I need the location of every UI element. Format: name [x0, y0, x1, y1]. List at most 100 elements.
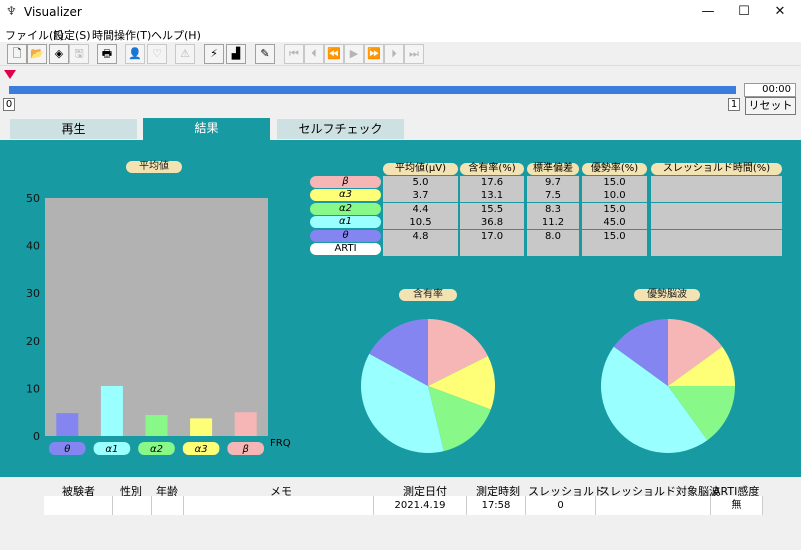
y-tick-label: 10	[26, 382, 40, 395]
info-cell	[596, 496, 711, 515]
table-cell	[651, 216, 782, 230]
layers-icon[interactable]: ◈	[49, 44, 69, 64]
pie-chart-content	[361, 319, 495, 453]
info-cell	[184, 496, 374, 515]
table-cell: 45.0	[582, 216, 647, 230]
info-cell: 0	[526, 496, 596, 515]
category-label: α2	[150, 444, 163, 455]
step-forward-icon[interactable]: ⏵	[384, 44, 404, 64]
table-cell	[651, 189, 782, 203]
bar-0	[56, 413, 79, 436]
tab-playback[interactable]: 再生	[10, 119, 137, 139]
table-header: スレッショルド時間(%)	[651, 163, 782, 175]
y-tick-label: 20	[26, 335, 40, 348]
info-cell: 2021.4.19	[374, 496, 467, 515]
heart-icon[interactable]: ♡	[147, 44, 167, 64]
bar-2	[145, 415, 168, 436]
skip-last-icon[interactable]: ⏭	[404, 44, 424, 64]
table-cell: 11.2	[527, 216, 579, 230]
menu-bar: ファイル(F) 設定(S) 時間操作(T) ヘルプ(H)	[0, 24, 801, 42]
app-icon: ♆	[6, 4, 17, 18]
save-icon[interactable]: 🖫	[69, 44, 89, 64]
table-cell: 10.0	[582, 189, 647, 203]
alert-icon[interactable]: ⚠	[175, 44, 195, 64]
new-file-icon[interactable]: 🗋	[7, 44, 27, 64]
info-cell: 17:58	[467, 496, 526, 515]
table-row-label: α2	[310, 202, 381, 215]
pie-dominant-title: 優勢脳波	[634, 289, 700, 301]
reset-button[interactable]: リセット	[745, 97, 796, 115]
bar-1	[100, 386, 123, 436]
table-cell	[651, 229, 782, 243]
category-label: α3	[195, 444, 208, 455]
table-cell: 4.8	[383, 229, 458, 243]
table-row-label: α3	[310, 189, 381, 202]
progress-fill	[9, 86, 736, 94]
table-cell	[527, 243, 579, 256]
pie-chart-dominant	[601, 319, 735, 453]
rewind-icon[interactable]: ⏪	[324, 44, 344, 64]
info-cell	[113, 496, 152, 515]
category-label: θ	[64, 444, 70, 455]
start-position: 0	[3, 98, 15, 111]
table-cell: 3.7	[383, 189, 458, 203]
bar-plot-area	[45, 198, 268, 436]
bar-3	[190, 418, 213, 436]
bar-4	[234, 412, 257, 436]
table-cell: 4.4	[383, 202, 458, 216]
y-tick-label: 30	[26, 287, 40, 300]
table-row-label: θ	[310, 229, 381, 242]
playhead-marker[interactable]	[4, 70, 16, 79]
title-bar: ♆ Visualizer — ☐ ✕	[0, 0, 801, 24]
category-label: β	[242, 444, 250, 455]
table-header: 優勢率(%)	[582, 163, 647, 175]
menu-help[interactable]: ヘルプ(H)	[151, 27, 201, 43]
table-cell	[460, 243, 524, 256]
y-tick-label: 40	[26, 240, 40, 253]
table-cell	[582, 243, 647, 256]
x-axis-label: FRQ	[270, 438, 291, 449]
table-header: 標準偏差	[527, 163, 579, 175]
lightning-icon[interactable]: ⚡	[204, 44, 224, 64]
table-cell	[651, 176, 782, 189]
time-display: 00:00	[744, 83, 796, 97]
category-label: α1	[105, 444, 118, 455]
info-cell	[44, 496, 113, 515]
table-cell: 36.8	[460, 216, 524, 230]
y-tick-label: 0	[33, 430, 40, 443]
table-cell: 15.5	[460, 202, 524, 216]
bar-chart-icon[interactable]: ▟	[226, 44, 246, 64]
table-row-label: ARTI	[310, 243, 381, 255]
tab-selfcheck[interactable]: セルフチェック	[277, 119, 404, 139]
info-cell: 無	[711, 496, 763, 515]
table-cell: 5.0	[383, 176, 458, 189]
table-cell	[383, 243, 458, 256]
y-tick-label: 50	[26, 192, 40, 205]
person-icon[interactable]: 👤	[125, 44, 145, 64]
table-row-label: α1	[310, 216, 381, 229]
step-back-icon[interactable]: ⏴	[304, 44, 324, 64]
table-cell: 13.1	[460, 189, 524, 203]
tab-result[interactable]: 結果	[143, 118, 270, 140]
play-icon[interactable]: ▶	[344, 44, 364, 64]
bar-chart-title: 平均値	[126, 161, 182, 173]
table-cell: 10.5	[383, 216, 458, 230]
table-cell: 8.3	[527, 202, 579, 216]
brush-icon[interactable]: ✎	[255, 44, 275, 64]
table-cell: 15.0	[582, 229, 647, 243]
table-cell: 17.0	[460, 229, 524, 243]
print-icon[interactable]: 🖶	[97, 44, 117, 64]
fast-forward-icon[interactable]: ⏩	[364, 44, 384, 64]
table-header: 平均値(μV)	[383, 163, 458, 175]
open-folder-icon[interactable]: 📂	[27, 44, 47, 64]
table-cell: 9.7	[527, 176, 579, 189]
table-header: 含有率(%)	[460, 163, 524, 175]
menu-time[interactable]: 時間操作(T)	[92, 27, 151, 43]
pie-content-title: 含有率	[399, 289, 457, 301]
table-cell: 15.0	[582, 202, 647, 216]
end-position: 1	[728, 98, 740, 111]
skip-first-icon[interactable]: ⏮	[284, 44, 304, 64]
table-cell	[651, 202, 782, 216]
menu-settings[interactable]: 設定(S)	[53, 27, 91, 43]
close-button[interactable]: ✕	[757, 0, 801, 24]
